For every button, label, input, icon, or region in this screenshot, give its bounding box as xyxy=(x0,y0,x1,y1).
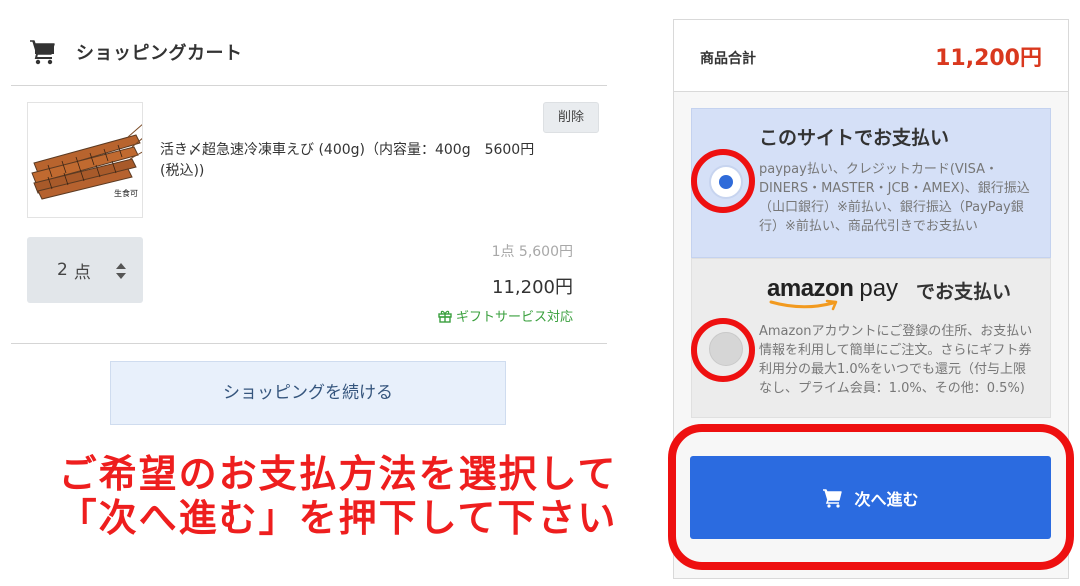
instruction-line-1: ご希望のお支払方法を選択して xyxy=(58,452,618,496)
subtotal-label: 商品合計 xyxy=(700,51,756,67)
payment-option-amazon[interactable]: amazon pay でお支払い Amazonアカウントにご登録の住所、お支払い… xyxy=(691,258,1051,418)
amazon-pay-suffix: でお支払い xyxy=(916,281,1012,303)
line-total: 11,200円 xyxy=(492,277,573,298)
quantity-value: 2 xyxy=(57,260,68,280)
unit-price: 1点 5,600円 xyxy=(491,244,573,260)
cart-title: ショッピングカート xyxy=(76,43,243,64)
payment-option-description: paypay払い、クレジットカード(VISA・DINERS・MASTER・JCB… xyxy=(759,162,1030,234)
continue-shopping-button[interactable]: ショッピングを続ける xyxy=(110,361,506,425)
gift-icon xyxy=(438,310,452,323)
payment-option-description: Amazonアカウントにご登録の住所、お支払い情報を利用して簡単にご注文。さらに… xyxy=(759,324,1033,396)
divider xyxy=(11,85,607,86)
next-button-label: 次へ進む xyxy=(854,489,919,509)
cart-icon xyxy=(823,488,843,508)
gift-service-badge: ギフトサービス対応 xyxy=(438,306,573,325)
divider xyxy=(11,343,607,344)
amazon-pay-text: pay xyxy=(859,275,899,302)
gift-label: ギフトサービス対応 xyxy=(455,310,573,325)
cart-header: ショッピングカート xyxy=(28,34,243,70)
amazon-pay-logo: amazon pay xyxy=(767,275,899,311)
sort-arrows-icon xyxy=(116,263,126,279)
quantity-unit: 点 xyxy=(73,262,91,283)
next-button[interactable]: 次へ進む xyxy=(690,456,1051,539)
shrimp-image xyxy=(28,103,142,217)
product-name[interactable]: 活き〆超急速冷凍車えび (400g)（内容量：400g 5600円(税込)) xyxy=(160,140,550,182)
thumbnail-caption: 生食可 xyxy=(114,189,138,198)
payment-option-title: このサイトでお支払い xyxy=(759,127,950,149)
payment-radio-site[interactable] xyxy=(709,165,743,199)
cart-icon xyxy=(30,40,55,65)
instruction-annotation: ご希望のお支払方法を選択して 「次へ進む」を押下して下さい xyxy=(38,452,638,540)
amazon-smile-logo xyxy=(769,299,838,311)
product-thumbnail[interactable]: 生食可 xyxy=(27,102,143,218)
subtotal-value: 11,200円 xyxy=(935,46,1042,71)
quantity-select[interactable]: 2 点 xyxy=(27,237,143,303)
payment-option-site[interactable]: このサイトでお支払い paypay払い、クレジットカード(VISA・DINERS… xyxy=(691,108,1051,258)
subtotal-row: 商品合計 11,200円 xyxy=(674,20,1068,92)
instruction-line-2: 「次へ進む」を押下して下さい xyxy=(58,496,618,540)
payment-radio-amazon[interactable] xyxy=(709,332,743,366)
delete-button[interactable]: 削除 xyxy=(543,102,599,133)
